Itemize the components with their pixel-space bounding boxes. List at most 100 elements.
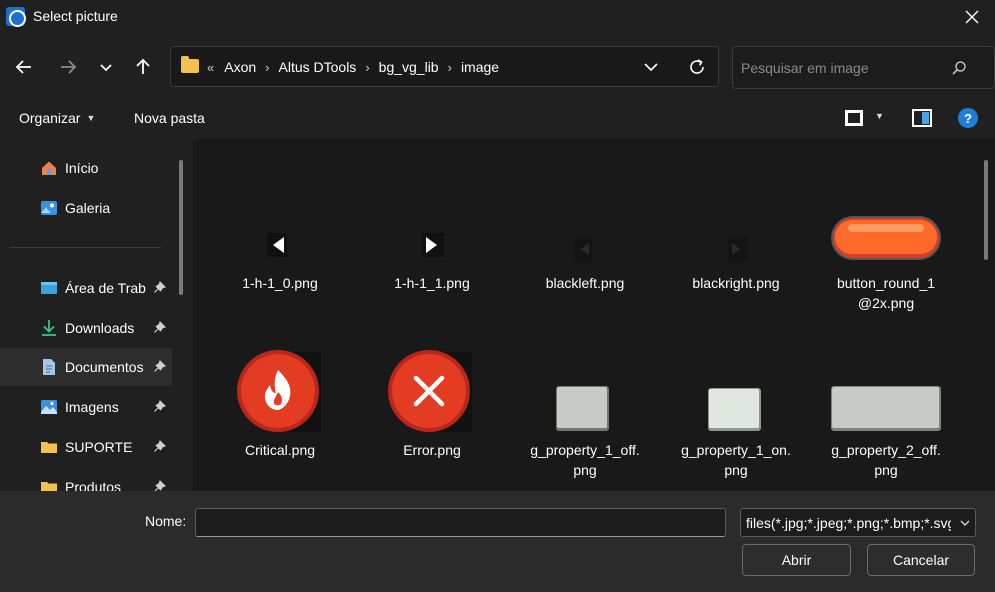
breadcrumb-item-axon[interactable]: Axon	[224, 59, 256, 75]
organize-menu-button[interactable]: Organizar ▼	[19, 110, 95, 126]
arrow-up-icon	[136, 58, 150, 74]
sidebar-item-label: Documentos	[65, 359, 144, 375]
caret-down-icon: ▼	[86, 113, 96, 123]
breadcrumb: « Axon › Altus DTools › bg_vg_lib › imag…	[207, 59, 499, 75]
breadcrumb-overflow[interactable]: «	[207, 60, 214, 75]
file-name: 1-h-1_0.png	[242, 275, 318, 291]
file-name-combobox	[195, 508, 917, 537]
file-thumbnail	[237, 350, 321, 432]
pictures-icon	[41, 400, 57, 414]
dialog-footer: Nome: files(*.jpg;*.jpeg;*.png;*.bmp;*.s…	[0, 491, 995, 592]
download-icon	[42, 320, 56, 336]
sidebar-item-suporte[interactable]: SUPORTE	[0, 428, 172, 466]
file-thumbnail	[708, 388, 761, 431]
content-scrollbar[interactable]	[984, 160, 988, 260]
chevron-right-icon: ›	[447, 59, 452, 75]
file-name: g_property_1_off. png	[515, 440, 655, 480]
address-dropdown-icon[interactable]	[641, 57, 661, 77]
file-name: g_property_2_off. png	[816, 440, 956, 480]
file-name: blackleft.png	[545, 275, 625, 291]
sidebar-item-label: SUPORTE	[65, 439, 133, 455]
pin-icon[interactable]	[153, 480, 166, 491]
file-name-line: png	[874, 462, 898, 478]
view-caret-down-icon[interactable]: ▼	[875, 111, 884, 121]
recent-locations-button[interactable]	[91, 52, 121, 82]
search-icon[interactable]	[950, 59, 968, 77]
sidebar-item-label: Downloads	[65, 320, 135, 336]
file-name: g_property_1_on. png	[666, 440, 806, 480]
gallery-icon	[41, 201, 57, 215]
chevron-right-icon: ›	[365, 59, 370, 75]
search-input[interactable]	[741, 57, 951, 79]
pin-icon[interactable]	[153, 321, 166, 334]
sidebar-item-produtos[interactable]: Produtos	[0, 468, 172, 491]
app-icon	[6, 7, 26, 27]
navigation-pane: Início Galeria Área de Trab Downloads Do…	[0, 139, 172, 491]
sidebar-item-area-de-trabalho[interactable]: Área de Trab	[0, 269, 172, 307]
search-box	[732, 46, 995, 89]
file-type-value: files(*.jpg;*.jpeg;*.png;*.bmp;*.svg)	[746, 515, 951, 531]
refresh-icon[interactable]	[686, 56, 708, 78]
chevron-down-icon	[960, 520, 970, 526]
sidebar-item-label: Imagens	[65, 399, 119, 415]
sidebar-scrollbar[interactable]	[179, 160, 183, 295]
file-name: 1-h-1_1.png	[394, 275, 470, 291]
file-name-line: g_property_1_on.	[681, 442, 791, 458]
sidebar-item-imagens[interactable]: Imagens	[0, 388, 172, 426]
sidebar-item-label: Produtos	[65, 479, 122, 491]
breadcrumb-item-bg-vg-lib[interactable]: bg_vg_lib	[379, 59, 439, 75]
sidebar-item-galeria[interactable]: Galeria	[0, 189, 172, 227]
file-name-input[interactable]	[202, 513, 692, 533]
sidebar-item-inicio[interactable]: Início	[0, 149, 172, 187]
address-bar[interactable]: « Axon › Altus DTools › bg_vg_lib › imag…	[170, 46, 719, 87]
file-name: Error.png	[403, 442, 461, 458]
file-thumbnail	[422, 233, 444, 257]
file-name-line: @2x.png	[857, 295, 915, 311]
breadcrumb-item-image[interactable]: image	[461, 59, 499, 75]
open-button[interactable]: Abrir	[742, 544, 851, 576]
desktop-icon	[41, 282, 57, 294]
pin-icon[interactable]	[153, 281, 166, 294]
breadcrumb-item-altus-dtools[interactable]: Altus DTools	[279, 59, 357, 75]
chevron-right-icon: ›	[265, 59, 270, 75]
file-name-label: Nome:	[145, 513, 187, 529]
file-thumbnail	[556, 386, 609, 431]
up-button[interactable]	[128, 52, 158, 82]
home-icon	[42, 161, 56, 175]
change-view-icon[interactable]	[845, 110, 863, 126]
arrow-left-icon	[15, 60, 31, 74]
new-folder-button[interactable]: Nova pasta	[134, 110, 205, 126]
close-button[interactable]	[949, 0, 995, 34]
window-title: Select picture	[33, 8, 118, 24]
file-thumbnail	[388, 350, 472, 432]
pin-icon[interactable]	[153, 360, 166, 373]
sidebar-item-documentos[interactable]: Documentos	[0, 348, 172, 386]
sidebar-item-label: Início	[65, 160, 99, 176]
file-name-line: g_property_1_off.	[530, 442, 640, 458]
file-list: 1-h-1_0.png 1-h-1_1.png blackleft.png bl…	[193, 139, 995, 491]
help-icon[interactable]: ?	[958, 108, 978, 128]
document-icon	[43, 359, 55, 375]
chevron-down-icon	[100, 64, 112, 72]
pin-icon[interactable]	[153, 400, 166, 413]
file-name-line: png	[573, 462, 597, 478]
sidebar-divider	[10, 247, 161, 248]
file-thumbnail	[267, 233, 287, 257]
preview-pane-icon[interactable]	[912, 109, 932, 127]
cancel-button[interactable]: Cancelar	[867, 544, 975, 576]
navigation-bar: « Axon › Altus DTools › bg_vg_lib › imag…	[0, 34, 995, 98]
file-type-select[interactable]: files(*.jpg;*.jpeg;*.png;*.bmp;*.svg)	[740, 508, 976, 537]
back-button[interactable]	[9, 52, 39, 82]
file-name-line: button_round_1	[836, 275, 936, 291]
folder-icon	[181, 56, 199, 73]
folder-icon	[41, 442, 57, 453]
close-icon	[965, 10, 979, 24]
forward-button[interactable]	[53, 52, 83, 82]
title-bar: Select picture	[0, 0, 995, 34]
file-name-line: png	[724, 462, 748, 478]
pin-icon[interactable]	[153, 440, 166, 453]
folder-icon	[41, 482, 57, 491]
arrow-right-icon	[61, 60, 77, 74]
new-folder-label: Nova pasta	[134, 110, 205, 126]
sidebar-item-downloads[interactable]: Downloads	[0, 309, 172, 347]
